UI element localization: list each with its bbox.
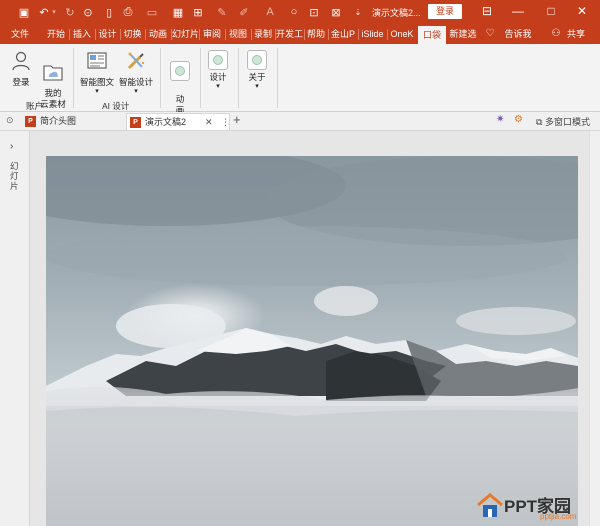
chevron-down-icon: ▾ [95,88,99,95]
table-icon[interactable]: ▦ [170,4,186,20]
more-icon[interactable]: ⊠ [328,4,344,20]
tab-file[interactable]: 文件 [6,24,34,44]
ribbon-panel: 登录 我的 云素材 账户 智能图文 ▾ 智能设计 ▾ AI 设计 动 画 设计 … [0,44,600,115]
select-icon[interactable]: ⊡ [306,4,322,20]
tab-animations[interactable]: 动画 [146,24,170,44]
doc-tab-label: 演示文稿2 [145,117,187,127]
new-tab-icon[interactable]: + [233,112,241,127]
about-button[interactable]: 关于 ▾ [243,50,271,90]
expand-pane-icon[interactable]: › [10,141,13,152]
powerpoint-icon: P [130,117,141,128]
minimize-icon[interactable]: — [503,0,533,24]
multi-window-mode-label: 多窗口模式 [544,117,590,127]
smart-graphic-button[interactable]: 智能图文 ▾ [78,50,116,95]
group-label-account: 账户 [26,101,44,111]
watermark: PPT家园 pptjia.com [470,490,600,526]
presentation-icon[interactable]: ⊙ [80,4,96,20]
animation-icon [170,61,190,81]
multi-window-mode-button[interactable]: ⧉ 多窗口模式 [536,115,590,128]
group-label-ai-design: AI 设计 [102,101,130,111]
user-icon [12,51,30,71]
folder-cloud-icon [43,65,63,81]
tab-record[interactable]: 录制 [252,24,274,44]
about-label: 关于 [248,72,266,82]
tab-onekey[interactable]: OneK [388,24,416,44]
tab-menu-icon[interactable]: ⋮ [221,114,230,131]
smart-design-icon [127,52,145,70]
tab-new-group[interactable]: 新建选 [448,24,478,44]
print-icon[interactable]: ⎙ [120,4,136,20]
chevron-down-icon: ▾ [255,83,259,90]
house-logo-icon [477,493,503,517]
about-icon [247,50,267,70]
layout-icon[interactable]: ⊞ [190,4,206,20]
lightbulb-icon[interactable]: ♡ [484,24,496,44]
ribbon-display-icon[interactable]: ⊟ [472,0,502,24]
tab-transitions[interactable]: 切换 [121,24,144,44]
window-mode-icon: ⧉ [536,117,543,127]
close-icon[interactable]: ✕ [567,0,597,24]
tab-list-icon[interactable]: ⊙ [6,115,14,126]
chevron-down-icon: ▾ [216,83,220,90]
doc-tab-presentation2[interactable]: P 演示文稿2 ✕ ⋮ [126,113,230,130]
text-color-icon[interactable]: A [262,4,278,20]
title-bar: ▣ ↶ ▾ ↻ ⊙ ▯ ⎙ ▭ ▦ ⊞ ✎ ✐ A ○ ⊡ ⊠ ⇣ 演示文稿2.… [0,0,600,24]
save-icon[interactable]: ▣ [16,4,32,20]
smart-design-label: 智能设计 [118,77,153,87]
tab-view[interactable]: 视图 [226,24,250,44]
undo-dropdown-icon[interactable]: ▾ [50,4,58,20]
tab-home[interactable]: 开始 [44,24,68,44]
slide-thumbnail-pane: › 幻灯片 [0,131,30,526]
window-title: 演示文稿2... [372,8,421,18]
login-ribbon-button[interactable]: 登录 [6,50,36,88]
tab-jinshan[interactable]: 金山P [329,24,357,44]
new-doc-icon[interactable]: ▯ [101,4,117,20]
slide-canvas [31,131,600,526]
restore-icon[interactable]: □ [536,0,566,24]
magic-icon[interactable]: ✷ [496,114,504,125]
smart-design-button[interactable]: 智能设计 ▾ [117,50,155,95]
tab-pocket[interactable]: 口袋 [418,26,446,44]
tab-islide[interactable]: iSlide [359,24,386,44]
login-label: 登录 [12,77,30,87]
vertical-scrollbar[interactable] [589,131,600,526]
customize-icon[interactable]: ⇣ [350,4,366,20]
share-button[interactable]: 共享 [564,24,588,44]
ribbon-tab-bar: 文件 开始 插入 设计 切换 动画 幻灯片 审阅 视图 录制 开发工 帮助 金山… [0,24,600,44]
design-button[interactable]: 设计 ▾ [204,50,232,90]
tab-help[interactable]: 帮助 [305,24,327,44]
highlighter-icon[interactable]: ✐ [236,4,252,20]
design-icon [208,50,228,70]
user-icon: ⚇ [551,28,561,39]
powerpoint-icon: P [25,116,36,127]
tab-insert[interactable]: 插入 [70,24,94,44]
login-button[interactable]: 登录 [428,4,462,19]
chevron-down-icon: ▾ [134,88,138,95]
tab-developer[interactable]: 开发工 [276,24,303,44]
doc-tab-intro[interactable]: P 简介头图 [22,113,126,130]
pen-icon[interactable]: ✎ [214,4,230,20]
picture-icon[interactable]: ▭ [144,4,160,20]
tell-me-search[interactable]: 告诉我 [500,24,536,44]
design-label: 设计 [209,72,227,82]
document-tab-bar: ⊙ P 简介头图 P 演示文稿2 ✕ ⋮ + ✷ ⚙ ⧉ 多窗口模式 [0,112,600,131]
tab-design[interactable]: 设计 [96,24,119,44]
thumbnail-pane-label[interactable]: 幻灯片 [10,161,20,191]
mountain-landscape-image[interactable] [46,156,578,526]
tab-review[interactable]: 审阅 [200,24,224,44]
redo-icon[interactable]: ↻ [62,4,78,20]
smart-graphic-icon [87,52,107,69]
close-tab-icon[interactable]: ✕ [205,114,213,131]
smart-graphic-label: 智能图文 [79,77,114,87]
tab-slideshow[interactable]: 幻灯片 [172,24,198,44]
doc-tab-label: 简介头图 [40,116,77,126]
slide[interactable] [46,156,578,526]
settings-icon[interactable]: ⚙ [514,114,523,125]
watermark-url: pptjia.com [540,512,577,521]
circle-icon[interactable]: ○ [286,4,302,20]
